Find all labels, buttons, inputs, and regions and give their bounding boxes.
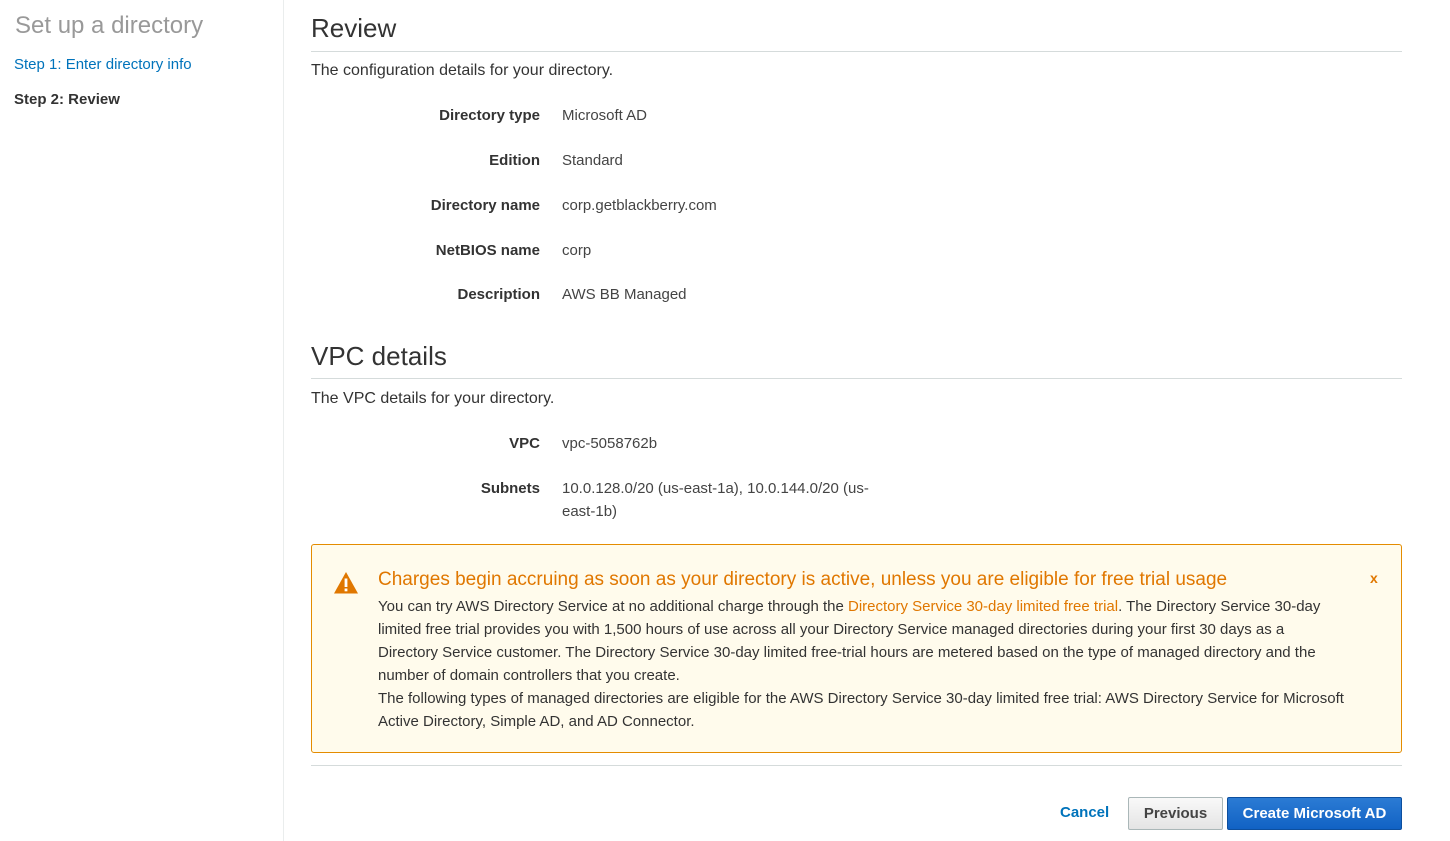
review-description: The configuration details for your direc…	[311, 62, 614, 79]
field-value: corp.getblackberry.com	[562, 197, 717, 214]
field-label: Description	[457, 286, 540, 303]
cancel-button[interactable]: Cancel	[1060, 804, 1109, 821]
field-label: VPC	[509, 435, 540, 452]
alert-close-button[interactable]: x	[1370, 570, 1378, 586]
field-label: Directory name	[430, 197, 540, 214]
field-label: Directory type	[439, 107, 540, 124]
free-trial-warning-alert: Charges begin accruing as soon as your d…	[311, 544, 1402, 753]
review-divider	[311, 51, 1402, 52]
field-value: 10.0.128.0/20 (us-east-1a), 10.0.144.0/2…	[562, 480, 869, 520]
field-value: corp	[562, 242, 592, 259]
alert-paragraph: You can try AWS Directory Service at no …	[378, 595, 1348, 687]
alert-body: You can try AWS Directory Service at no …	[378, 595, 1348, 733]
vpc-heading: VPC details	[311, 341, 447, 371]
alert-paragraph: The following types of managed directori…	[378, 690, 1344, 730]
footer-divider	[311, 765, 1402, 766]
previous-button[interactable]: Previous	[1128, 797, 1223, 830]
field-label: Edition	[489, 152, 540, 169]
create-microsoft-ad-button[interactable]: Create Microsoft AD	[1227, 797, 1402, 830]
wizard-sidebar: Set up a directory Step 1: Enter directo…	[0, 0, 284, 841]
sidebar-step-enter-directory-info[interactable]: Step 1: Enter directory info	[14, 56, 192, 73]
free-trial-link[interactable]: Directory Service 30-day limited free tr…	[848, 598, 1118, 615]
field-label: Subnets	[480, 480, 540, 497]
field-value: Standard	[562, 152, 623, 169]
vpc-description: The VPC details for your directory.	[311, 390, 555, 407]
warning-icon	[334, 572, 358, 594]
review-heading: Review	[311, 13, 397, 43]
field-value: vpc-5058762b	[562, 435, 658, 452]
alert-text: You can try AWS Directory Service at no …	[378, 598, 848, 615]
field-label: NetBIOS name	[435, 242, 540, 259]
alert-title: Charges begin accruing as soon as your d…	[378, 569, 1228, 590]
field-value: AWS BB Managed	[562, 286, 687, 303]
sidebar-title: Set up a directory	[15, 12, 204, 39]
vpc-divider	[311, 378, 1402, 379]
sidebar-step-review: Step 2: Review	[14, 91, 120, 108]
field-value: Microsoft AD	[562, 107, 648, 124]
